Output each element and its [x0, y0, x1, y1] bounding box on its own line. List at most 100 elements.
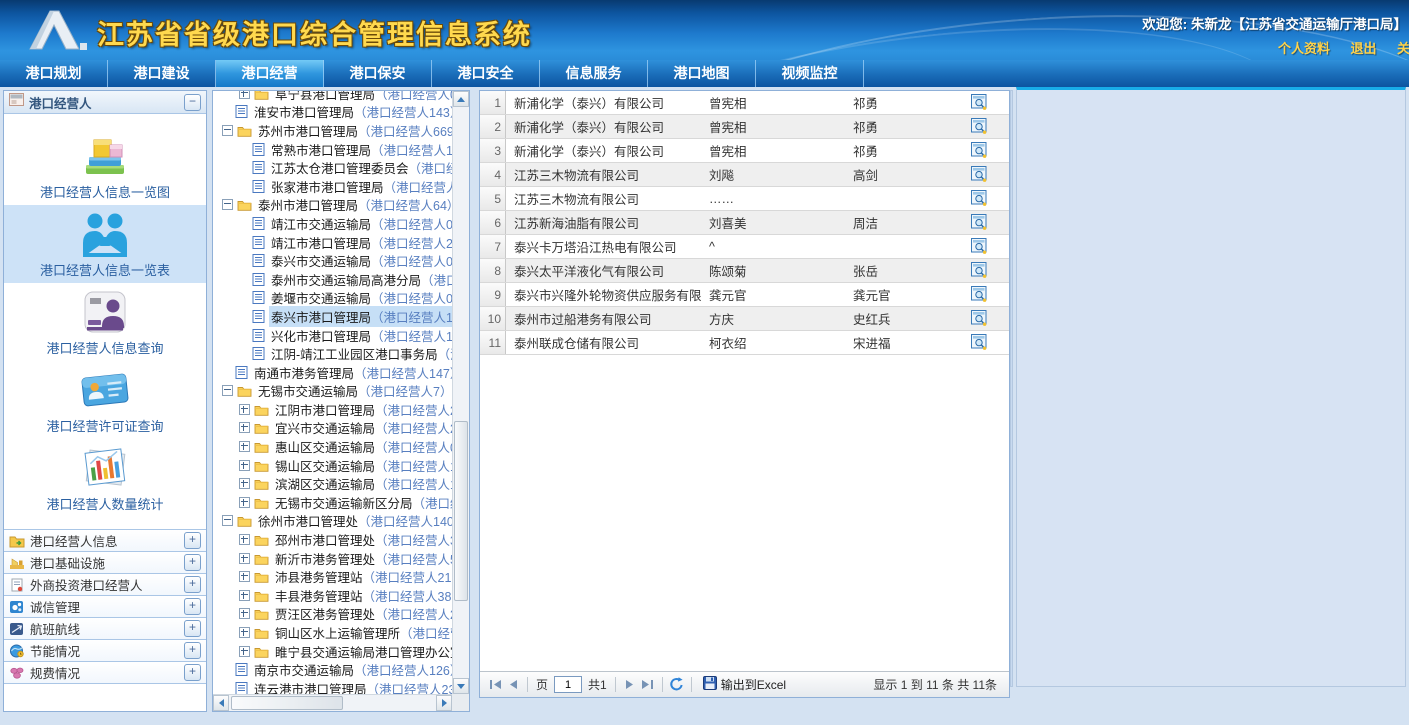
sidebar-item-license-query[interactable]: 港口经营许可证查询 [4, 361, 206, 439]
tree-node[interactable]: 常熟市港口管理局（港口经营人127） [216, 140, 452, 159]
tree-node[interactable]: 无锡市交通运输新区分局（港口经营 [216, 493, 452, 512]
logout-link[interactable]: 退出 [1351, 41, 1377, 56]
tree-expand-icon[interactable] [239, 627, 250, 638]
table-row[interactable]: 7泰兴卡万塔沿江热电有限公司^ [480, 235, 1009, 259]
scroll-left-icon[interactable] [213, 695, 229, 711]
scroll-down-icon[interactable] [453, 678, 469, 694]
view-detail-icon[interactable] [971, 262, 988, 279]
tree-node[interactable]: 徐州市港口管理处（港口经营人140） [216, 512, 452, 531]
tree-expand-icon[interactable] [239, 571, 250, 582]
expand-icon[interactable]: + [184, 576, 201, 593]
tree-node[interactable]: 泰州市港口管理局（港口经营人64） [216, 196, 452, 215]
nav-item-map[interactable]: 港口地图 [648, 60, 756, 87]
nav-item-video[interactable]: 视频监控 [756, 60, 864, 87]
tree-expand-icon[interactable] [239, 404, 250, 415]
sidebar-item-stats[interactable]: 港口经营人数量统计 [4, 439, 206, 517]
refresh-icon[interactable] [668, 676, 686, 694]
tree-expand-icon[interactable] [239, 460, 250, 471]
tree-node[interactable]: 无锡市交通运输局（港口经营人7） [216, 382, 452, 401]
tree-node[interactable]: 惠山区交通运输局（港口经营人0） [216, 437, 452, 456]
accordion-item-routes[interactable]: 航班航线 + [4, 617, 206, 639]
horizontal-scrollbar[interactable] [213, 694, 452, 711]
tree-node[interactable]: 泰州市交通运输局高港分局（港口经 [216, 270, 452, 289]
profile-link[interactable]: 个人资料 [1278, 41, 1330, 56]
export-excel-button[interactable]: 输出到Excel [699, 676, 786, 693]
table-row[interactable]: 3新浦化学（泰兴）有限公司曾宪相祁勇 [480, 139, 1009, 163]
tree-node[interactable]: 宜兴市交通运输局（港口经营人2） [216, 419, 452, 438]
table-row[interactable]: 4江苏三木物流有限公司刘飚高剑 [480, 163, 1009, 187]
prev-page-icon[interactable] [504, 676, 522, 694]
accordion-item-foreign-investment[interactable]: 外商投资港口经营人 + [4, 573, 206, 595]
accordion-item-integrity[interactable]: 诚信管理 + [4, 595, 206, 617]
view-detail-icon[interactable] [971, 334, 988, 351]
tree-expand-icon[interactable] [239, 91, 250, 99]
tree-node[interactable]: 张家港市港口管理局（港口经营人10 [216, 177, 452, 196]
expand-icon[interactable]: + [184, 642, 201, 659]
expand-icon[interactable]: + [184, 532, 201, 549]
tree-node[interactable]: 铜山区水上运输管理所（港口经营人 [216, 623, 452, 642]
tree-node[interactable]: 姜堰市交通运输局（港口经营人0） [216, 289, 452, 308]
view-detail-icon[interactable] [971, 190, 988, 207]
page-number-input[interactable] [554, 676, 582, 693]
tree-node[interactable]: 泰兴市港口管理局（港口经营人11） [216, 307, 452, 326]
tree-node[interactable]: 新沂市港务管理处（港口经营人5） [216, 549, 452, 568]
view-detail-icon[interactable] [971, 166, 988, 183]
vertical-scrollbar[interactable] [452, 91, 469, 694]
tree-expand-icon[interactable] [239, 478, 250, 489]
table-row[interactable]: 10泰州市过船港务有限公司方庆史红兵 [480, 307, 1009, 331]
scroll-right-icon[interactable] [436, 695, 452, 711]
scroll-up-icon[interactable] [453, 91, 469, 107]
tree-node[interactable]: 丰县港务管理站（港口经营人38） [216, 586, 452, 605]
tree-collapse-icon[interactable] [222, 515, 233, 526]
tree-expand-icon[interactable] [239, 553, 250, 564]
tree-expand-icon[interactable] [239, 590, 250, 601]
accordion-item-infrastructure[interactable]: 港口基础设施 + [4, 551, 206, 573]
nav-item-planning[interactable]: 港口规划 [0, 60, 108, 87]
table-row[interactable]: 5江苏三木物流有限公司…… [480, 187, 1009, 211]
tree-node[interactable]: 邳州市港口管理处（港口经营人36） [216, 530, 452, 549]
accordion-item-operator-info[interactable]: 港口经营人信息 + [4, 529, 206, 551]
tree-node[interactable]: 靖江市交通运输局（港口经营人0） [216, 214, 452, 233]
tree-collapse-icon[interactable] [222, 125, 233, 136]
tree-node[interactable]: 南通市港务管理局（港口经营人147） [216, 363, 452, 382]
nav-item-security[interactable]: 港口保安 [324, 60, 432, 87]
tree-node[interactable]: 苏州市港口管理局（港口经营人669） [216, 121, 452, 140]
tree-node[interactable]: 江苏太仓港口管理委员会（港口经营 [216, 158, 452, 177]
tree-node[interactable]: 江阴-靖江工业园区港口事务局（港口 [216, 344, 452, 363]
sidebar-item-overview-map[interactable]: 港口经营人信息一览图 [4, 127, 206, 205]
tree-expand-icon[interactable] [239, 441, 250, 452]
tree-node[interactable]: 南京市交通运输局（港口经营人126） [216, 660, 452, 679]
close-link[interactable]: 关闭 [1397, 41, 1409, 56]
tree-node[interactable]: 淮安市港口管理局（港口经营人143） [216, 103, 452, 122]
tree-node[interactable]: 兴化市港口管理局（港口经营人1） [216, 326, 452, 345]
sidebar-item-info-query[interactable]: 港口经营人信息查询 [4, 283, 206, 361]
tree-expand-icon[interactable] [239, 497, 250, 508]
view-detail-icon[interactable] [971, 142, 988, 159]
nav-item-construction[interactable]: 港口建设 [108, 60, 216, 87]
view-detail-icon[interactable] [971, 310, 988, 327]
sidebar-item-overview-table[interactable]: 港口经营人信息一览表 [4, 205, 206, 283]
tree-node[interactable]: 睢宁县交通运输局港口管理办公室（ [216, 642, 452, 661]
accordion-item-fees[interactable]: 规费情况 + [4, 661, 206, 684]
view-detail-icon[interactable] [971, 118, 988, 135]
view-detail-icon[interactable] [971, 286, 988, 303]
nav-item-info-service[interactable]: 信息服务 [540, 60, 648, 87]
tree-expand-icon[interactable] [239, 534, 250, 545]
tree-node[interactable]: 连云港市港口管理局（港口经营人234） [216, 679, 452, 694]
table-row[interactable]: 6江苏新海油脂有限公司刘喜美周洁 [480, 211, 1009, 235]
last-page-icon[interactable] [639, 676, 657, 694]
scroll-thumb[interactable] [231, 696, 343, 710]
tree-collapse-icon[interactable] [222, 199, 233, 210]
tree-node[interactable]: 沛县港务管理站（港口经营人21） [216, 567, 452, 586]
first-page-icon[interactable] [486, 676, 504, 694]
tree-node[interactable]: 泰兴市交通运输局（港口经营人0） [216, 251, 452, 270]
tree-node[interactable]: 靖江市港口管理局（港口经营人26） [216, 233, 452, 252]
view-detail-icon[interactable] [971, 238, 988, 255]
tree-node[interactable]: 锡山区交通运输局（港口经营人1） [216, 456, 452, 475]
expand-icon[interactable]: + [184, 620, 201, 637]
nav-item-operation[interactable]: 港口经营 [216, 60, 324, 87]
expand-icon[interactable]: + [184, 554, 201, 571]
view-detail-icon[interactable] [971, 214, 988, 231]
tree-expand-icon[interactable] [239, 646, 250, 657]
tree-expand-icon[interactable] [239, 422, 250, 433]
